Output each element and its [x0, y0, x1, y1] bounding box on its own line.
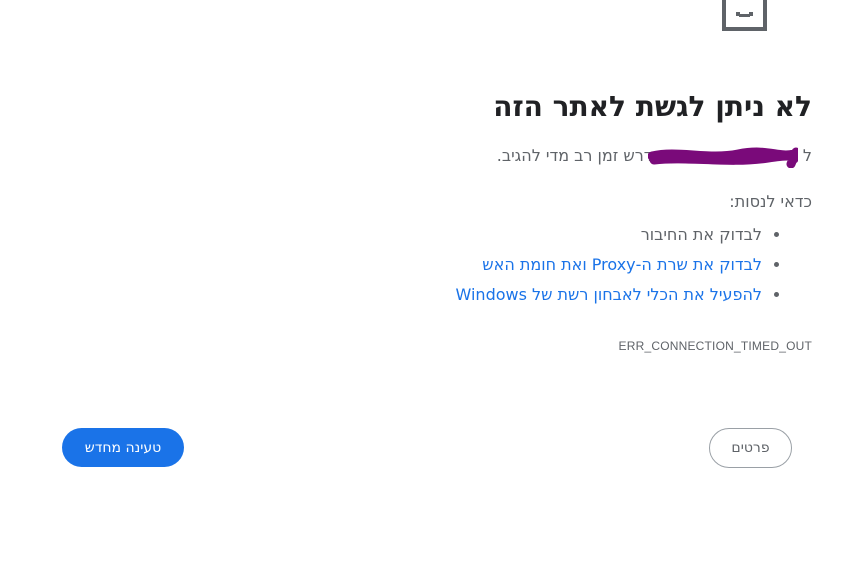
suggestion-network-diagnostics: להפעיל את הכלי לאבחון רשת של Windows — [112, 280, 762, 310]
sad-page-icon — [722, 0, 767, 31]
page-title: לא ניתן לגשת לאתר הזה — [493, 90, 812, 123]
error-subtitle: ל נדרש זמן רב מדי להגיב. — [112, 144, 812, 168]
suggestion-check-connection: לבדוק את החיבור — [112, 220, 762, 250]
subtitle-prefix: ל — [802, 146, 812, 165]
error-content: לא ניתן לגשת לאתר הזה ל נדרש זמן רב מדי ל… — [112, 84, 812, 354]
try-heading: כדאי לנסות: — [729, 192, 812, 211]
error-page: לא ניתן לגשת לאתר הזה ל נדרש זמן רב מדי ל… — [0, 0, 847, 566]
network-diagnostics-link[interactable]: להפעיל את הכלי לאבחון רשת של Windows — [456, 285, 762, 304]
redaction-scribble — [648, 147, 798, 168]
suggestion-check-proxy: לבדוק את שרת ה-Proxy ואת חומת האש — [112, 250, 762, 280]
error-code: ERR_CONNECTION_TIMED_OUT — [618, 339, 812, 353]
subtitle-suffix: נדרש זמן רב מדי להגיב. — [496, 146, 659, 165]
details-button[interactable]: פרטים — [709, 428, 792, 468]
reload-button[interactable]: טעינה מחדש — [62, 428, 184, 467]
suggestion-label: לבדוק את החיבור — [640, 225, 762, 244]
suggestions-list: לבדוק את החיבור לבדוק את שרת ה-Proxy ואת… — [112, 220, 812, 310]
check-proxy-link[interactable]: לבדוק את שרת ה-Proxy ואת חומת האש — [482, 255, 762, 274]
